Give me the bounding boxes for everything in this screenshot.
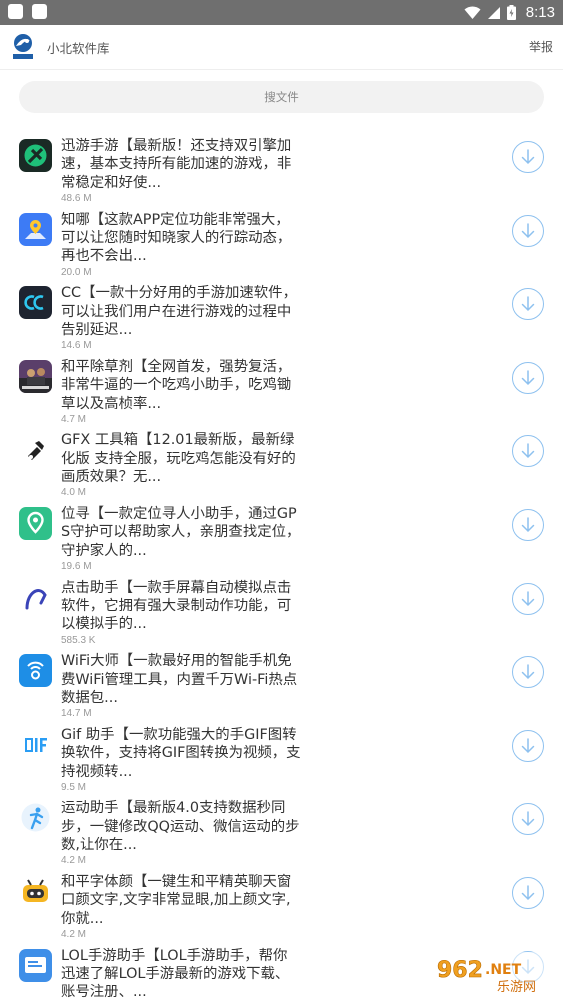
download-button[interactable]	[512, 214, 544, 247]
list-item[interactable]: 运动助手【最新版4.0支持数据秒同步，一键修改QQ运动、微信运动的步数,让你在.…	[0, 790, 563, 866]
app-title: 小北软件库	[47, 41, 110, 56]
battery-icon	[506, 5, 516, 20]
search-placeholder: 搜文件	[264, 90, 299, 104]
download-arrow-icon	[521, 590, 535, 606]
app-description: CC【一款十分好用的手游加速软件，可以让我们用户在进行游戏的过程中告别延迟...	[61, 285, 297, 338]
tap-helper-icon	[19, 580, 52, 614]
download-arrow-icon	[521, 664, 535, 680]
site-watermark: 962 .NET 乐游网	[429, 952, 555, 995]
download-button[interactable]	[512, 141, 544, 173]
list-item[interactable]: 和平除草剂【全网首发，强势复活，非常牛逼的一个吃鸡小助手，吃鸡锄草以及高桢率..…	[0, 349, 563, 425]
gfx-tool-icon	[19, 433, 52, 467]
xunyou-icon	[19, 139, 52, 172]
notification-icon	[8, 4, 23, 19]
list-item[interactable]: 知哪【这款APP定位功能非常强大，可以让您随时知晓家人的行踪动态，再也不会出..…	[0, 202, 563, 278]
search-input[interactable]: 搜文件	[19, 81, 544, 113]
zhina-location-icon	[19, 212, 52, 246]
svg-text:962: 962	[437, 958, 483, 983]
list-item[interactable]: GFX 工具箱【12.01最新版，最新绿化版 支持全服，玩吃鸡怎能没有好的画质效…	[0, 422, 563, 498]
app-bar: 小北软件库 举报	[0, 25, 563, 70]
app-description: 迅游手游【最新版！还支持双引擎加速，基本支持所有能加速的游戏，非常稳定和好使..…	[61, 138, 292, 191]
download-arrow-icon	[521, 885, 535, 900]
app-description: 知哪【这款APP定位功能非常强大，可以让您随时知晓家人的行踪动态，再也不会出..…	[61, 211, 292, 265]
list-item[interactable]: Gif 助手【一款功能强大的手GIF图转换软件，支持将GIF图转换为视频，支持视…	[0, 717, 563, 793]
download-arrow-icon	[521, 370, 535, 385]
svg-text:乐游网: 乐游网	[497, 980, 536, 995]
download-button[interactable]	[512, 656, 544, 689]
wifi-signal-icon	[464, 5, 481, 19]
download-arrow-icon	[521, 811, 535, 827]
download-button[interactable]	[512, 582, 544, 615]
svg-text:.NET: .NET	[485, 962, 522, 978]
gif-helper-icon	[19, 727, 52, 761]
app-description: 位寻【一款定位寻人小助手，通过GPS守护可以帮助家人，亲朋查找定位，守护家人的.…	[61, 505, 301, 559]
list-item[interactable]: 和平字体颜【一键生和平精英聊天窗口颜文字,文字非常显眼,加上颜文字,你就... …	[0, 864, 563, 940]
app-description: WiFi大师【一款最好用的智能手机免费WiFi管理工具，内置千万Wi-Fi热点数…	[61, 653, 298, 706]
notification-icon	[32, 4, 47, 19]
app-description: 和平除草剂【全网首发，强势复活，非常牛逼的一个吃鸡小助手，吃鸡锄草以及高桢率..…	[61, 358, 292, 412]
map-pin-icon	[19, 506, 52, 540]
download-arrow-icon	[521, 222, 535, 238]
app-description: 点击助手【一款手屏幕自动模拟点击软件，它拥有强大录制动作功能，可以模拟手的...	[61, 579, 292, 633]
list-item[interactable]: CC【一款十分好用的手游加速软件，可以让我们用户在进行游戏的过程中告别延迟...…	[0, 275, 563, 351]
report-button[interactable]: 举报	[529, 38, 553, 55]
list-item[interactable]: WiFi大师【一款最好用的智能手机免费WiFi管理工具，内置千万Wi-Fi热点数…	[0, 643, 563, 719]
download-arrow-icon	[521, 296, 535, 312]
cell-signal-icon	[487, 6, 500, 19]
notification-icons	[8, 4, 47, 19]
cc-accelerator-icon	[19, 286, 52, 320]
list-item[interactable]: 迅游手游【最新版！还支持双引擎加速，基本支持所有能加速的游戏，非常稳定和好使..…	[0, 128, 563, 204]
download-arrow-icon	[521, 738, 535, 753]
app-list: 迅游手游【最新版！还支持双引擎加速，基本支持所有能加速的游戏，非常稳定和好使..…	[0, 128, 563, 1000]
download-button[interactable]	[512, 729, 544, 762]
download-button[interactable]	[512, 361, 544, 394]
app-description: GFX 工具箱【12.01最新版，最新绿化版 支持全服，玩吃鸡怎能没有好的画质效…	[61, 432, 296, 486]
download-button[interactable]	[512, 803, 544, 836]
clock: 8:13	[525, 4, 555, 21]
wifi-master-icon	[19, 654, 52, 688]
battlegrounds-icon	[19, 359, 52, 393]
app-description: 和平字体颜【一键生和平精英聊天窗口颜文字,文字非常显眼,加上颜文字,你就...	[61, 873, 292, 927]
download-button[interactable]	[512, 435, 544, 468]
download-arrow-icon	[521, 443, 535, 459]
app-description: LOL手游助手【LOL手游助手，帮你迅速了解LOL手游最新的游戏下载、账号注册、…	[61, 947, 290, 1000]
download-button[interactable]	[512, 508, 544, 541]
list-item[interactable]: 点击助手【一款手屏幕自动模拟点击软件，它拥有强大录制动作功能，可以模拟手的...…	[0, 570, 563, 646]
download-arrow-icon	[521, 517, 535, 533]
app-description: Gif 助手【一款功能强大的手GIF图转换软件，支持将GIF图转换为视频，支持视…	[61, 726, 301, 780]
sport-helper-icon	[19, 801, 52, 835]
download-button[interactable]	[512, 288, 544, 321]
list-item[interactable]: 位寻【一款定位寻人小助手，通过GPS守护可以帮助家人，亲朋查找定位，守护家人的.…	[0, 496, 563, 572]
app-logo-icon	[13, 34, 33, 59]
app-description: 运动助手【最新版4.0支持数据秒同步，一键修改QQ运动、微信运动的步数,让你在.…	[61, 800, 300, 854]
status-bar: 8:13	[0, 0, 563, 25]
download-arrow-icon	[521, 149, 535, 165]
font-emoji-icon	[19, 874, 52, 908]
download-button[interactable]	[512, 876, 544, 909]
lol-helper-icon	[19, 948, 52, 982]
